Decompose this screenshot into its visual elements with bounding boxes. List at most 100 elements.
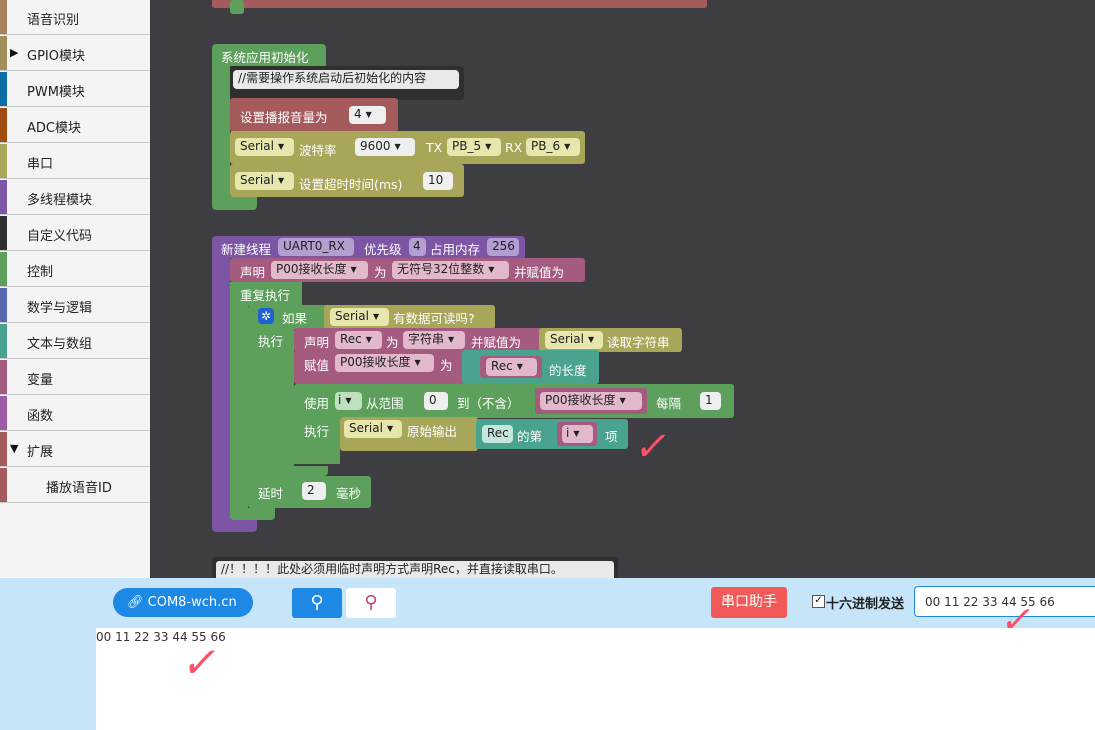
- sidebar-item-7[interactable]: 控制: [0, 252, 150, 287]
- init-block-spine: [212, 64, 230, 202]
- port-button[interactable]: 🔗︎ COM8-wch.cn: [113, 588, 253, 617]
- sidebar-item-9[interactable]: 文本与数组: [0, 324, 150, 359]
- sidebar-item-10[interactable]: 变量: [0, 360, 150, 395]
- usb-icon[interactable]: ⚲: [292, 588, 342, 618]
- sidebar-item-label: 变量: [27, 373, 54, 388]
- declare-label: 声明: [240, 265, 266, 280]
- serial-panel: 🔗︎ COM8-wch.cn ⚲ ⚲ 串口助手 ✓ 十六进制发送 ✓ 00 11…: [0, 578, 1095, 730]
- category-color-bar: [0, 144, 7, 178]
- category-color-bar: [0, 216, 7, 250]
- thread-name-field[interactable]: UART0_RX: [278, 238, 354, 256]
- var-len-dropdown[interactable]: P00接收长度 ▼: [271, 261, 368, 279]
- set-label: 赋值: [304, 358, 330, 373]
- memory-label: 占用内存: [430, 242, 481, 257]
- var-len-dropdown-2[interactable]: P00接收长度 ▼: [335, 354, 434, 372]
- type-uint32-dropdown[interactable]: 无符号32位整数 ▼: [392, 261, 509, 279]
- serial-assistant-button[interactable]: 串口助手: [711, 587, 787, 618]
- var-len-dropdown-3[interactable]: P00接收长度 ▼: [540, 392, 642, 410]
- memory-field[interactable]: 256: [487, 238, 519, 256]
- sidebar-item-label: 控制: [27, 265, 54, 280]
- category-color-bar: [0, 108, 7, 142]
- sidebar-item-label: 扩展: [27, 445, 54, 460]
- thread-block-spine: [212, 256, 230, 526]
- hex-send-checkbox[interactable]: ✓: [812, 595, 825, 608]
- rec-text-var[interactable]: Rec: [482, 425, 513, 443]
- sidebar-item-3[interactable]: ADC模块: [0, 108, 150, 143]
- serial-port-dropdown-2[interactable]: Serial ▼: [235, 172, 294, 190]
- timeout-value[interactable]: 10: [423, 172, 453, 190]
- raw-output-label: 原始输出: [407, 424, 458, 439]
- tx-label: TX: [426, 140, 443, 155]
- delay-label: 延时: [258, 486, 284, 501]
- checkmark-icon: ✓: [178, 638, 225, 687]
- category-color-bar: [0, 360, 7, 394]
- serial-port-dropdown-3[interactable]: Serial ▼: [330, 308, 389, 326]
- sidebar-item-12[interactable]: ▼ 扩展: [0, 432, 150, 467]
- priority-label: 优先级: [364, 242, 402, 257]
- comment-text[interactable]: //需要操作系统启动后初始化的内容: [233, 70, 459, 89]
- sidebar-item-13[interactable]: 播放语音ID: [0, 468, 150, 503]
- collapse-arrow-icon[interactable]: ▼: [10, 442, 18, 455]
- use-label: 使用: [304, 396, 330, 411]
- repeat-block-spine: [230, 304, 248, 518]
- sidebar-item-4[interactable]: 串口: [0, 144, 150, 179]
- if-block-spine: [248, 327, 294, 487]
- if-label: 如果: [282, 311, 308, 326]
- as-label-3: 为: [440, 358, 453, 373]
- sidebar-item-6[interactable]: 自定义代码: [0, 216, 150, 251]
- serial-port-dropdown[interactable]: Serial ▼: [235, 138, 294, 156]
- gear-icon[interactable]: ✲: [258, 308, 274, 324]
- sidebar-item-1[interactable]: ▶ GPIO模块: [0, 36, 150, 71]
- to-label: 到（不含）: [457, 396, 520, 411]
- delay-value[interactable]: 2: [302, 482, 326, 500]
- category-color-bar: [0, 288, 7, 322]
- sidebar-item-label: 函数: [27, 409, 54, 424]
- do-label: 执行: [258, 334, 284, 349]
- var-rec-dropdown[interactable]: Rec ▼: [335, 331, 382, 349]
- repeat-block-footer: [230, 508, 275, 520]
- if-block-footer: [248, 466, 328, 476]
- tx-pin-dropdown[interactable]: PB_5 ▼: [447, 138, 501, 156]
- sidebar-item-label: 串口: [27, 157, 54, 172]
- category-color-bar: [0, 180, 7, 214]
- item-label: 项: [605, 429, 618, 444]
- sidebar-item-8[interactable]: 数学与逻辑: [0, 288, 150, 323]
- as-label: 为: [374, 265, 387, 280]
- hex-send-label: 十六进制发送: [826, 597, 905, 612]
- category-color-bar: [0, 468, 7, 502]
- from-value[interactable]: 0: [424, 392, 448, 410]
- serial-port-dropdown-4[interactable]: Serial ▼: [545, 331, 603, 349]
- var-rec-dropdown-2[interactable]: Rec ▼: [486, 358, 537, 376]
- available-label: 有数据可读吗?: [393, 311, 475, 326]
- sidebar-item-5[interactable]: 多线程模块: [0, 180, 150, 215]
- category-color-bar: [0, 252, 7, 286]
- link-icon: 🔗︎: [127, 595, 144, 610]
- serial-output-area[interactable]: 00 11 22 33 44 55 66 ✓: [96, 628, 1095, 730]
- assign-label-2: 并赋值为: [471, 335, 522, 350]
- do-label-2: 执行: [304, 424, 330, 439]
- serial-port-dropdown-5[interactable]: Serial ▼: [344, 420, 402, 438]
- volume-dropdown[interactable]: 4 ▼: [349, 106, 386, 124]
- sidebar-item-label: 语音识别: [27, 13, 80, 28]
- sidebar-item-2[interactable]: PWM模块: [0, 72, 150, 107]
- usb-disconnect-icon[interactable]: ⚲: [346, 588, 396, 618]
- index-of-label: 的第: [517, 429, 543, 444]
- bottom-comment-text[interactable]: //！！！！此处必须用临时声明方式声明Rec，并直接读取串口。: [216, 561, 614, 578]
- sidebar-item-0[interactable]: 语音识别: [0, 0, 150, 35]
- baud-dropdown[interactable]: 9600 ▼: [355, 138, 415, 156]
- for-loop-footer: [294, 452, 324, 464]
- sidebar-item-label: ADC模块: [27, 121, 81, 136]
- rx-pin-dropdown[interactable]: PB_6 ▼: [526, 138, 580, 156]
- sidebar-item-label: 多线程模块: [27, 193, 93, 208]
- truncated-block-top[interactable]: [212, 0, 707, 8]
- index-var-dropdown[interactable]: i ▼: [562, 425, 593, 443]
- step-value[interactable]: 1: [700, 392, 721, 410]
- loop-var-dropdown[interactable]: i ▼: [335, 392, 362, 410]
- category-color-bar: [0, 72, 7, 106]
- priority-field[interactable]: 4: [409, 238, 426, 256]
- category-color-bar: [0, 324, 7, 358]
- sidebar-item-11[interactable]: 函数: [0, 396, 150, 431]
- expand-arrow-icon[interactable]: ▶: [10, 46, 18, 59]
- type-string-dropdown[interactable]: 字符串 ▼: [403, 331, 465, 349]
- sidebar-item-label: GPIO模块: [27, 49, 85, 64]
